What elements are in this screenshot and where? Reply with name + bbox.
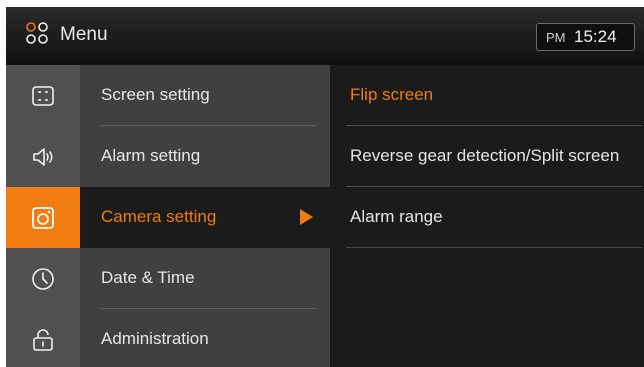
screen-icon [32,85,54,106]
page-title: Menu [60,24,108,45]
sidebar-item-label: Camera setting [101,207,217,226]
sidebar-menu: Screen setting Alarm setting Camera sett… [80,65,330,367]
sidebar-item-alarm-setting[interactable]: Alarm setting [80,126,330,187]
submenu-item-flip-screen[interactable]: Flip screen [330,65,644,126]
clock-icon [32,267,54,290]
clock-display: PM 15:24 [536,23,635,51]
sidebar-icon-screen[interactable] [6,65,80,126]
sidebar-item-date-time[interactable]: Date & Time [80,248,330,309]
sidebar-item-label: Administration [101,329,209,348]
sidebar-icon-camera[interactable] [6,187,80,248]
sidebar-item-label: Screen setting [101,85,210,104]
screen: Menu PM 15:24 Screen setting Alarm setti… [6,7,644,367]
sidebar-item-administration[interactable]: Administration [80,309,330,367]
sidebar-icon-datetime[interactable] [6,248,80,309]
camera-icon [32,206,54,229]
sidebar-item-label: Date & Time [101,268,195,287]
triangle-right-icon [300,209,313,225]
divider [346,247,642,248]
lock-icon [33,328,53,351]
sidebar-item-camera-setting[interactable]: Camera setting [80,187,330,248]
clock-ampm: PM [546,30,566,45]
sidebar-icon-column [6,65,80,367]
grid-circles-icon[interactable] [26,22,48,44]
submenu-panel: Flip screen Reverse gear detection/Split… [330,65,644,367]
header-bar: Menu PM 15:24 [6,7,644,65]
clock-time: 15:24 [574,27,617,46]
sidebar-item-label: Alarm setting [101,146,201,165]
submenu-item-label: Flip screen [350,85,434,104]
sidebar-icon-alarm[interactable] [6,126,80,187]
sidebar-icon-admin[interactable] [6,309,80,367]
speaker-icon [33,147,53,166]
submenu-item-alarm-range[interactable]: Alarm range [330,187,644,248]
sidebar-item-screen-setting[interactable]: Screen setting [80,65,330,126]
submenu-item-label: Reverse gear detection/Split screen [350,146,620,165]
submenu-item-label: Alarm range [350,207,443,226]
submenu-item-reverse-gear[interactable]: Reverse gear detection/Split screen [330,126,644,187]
